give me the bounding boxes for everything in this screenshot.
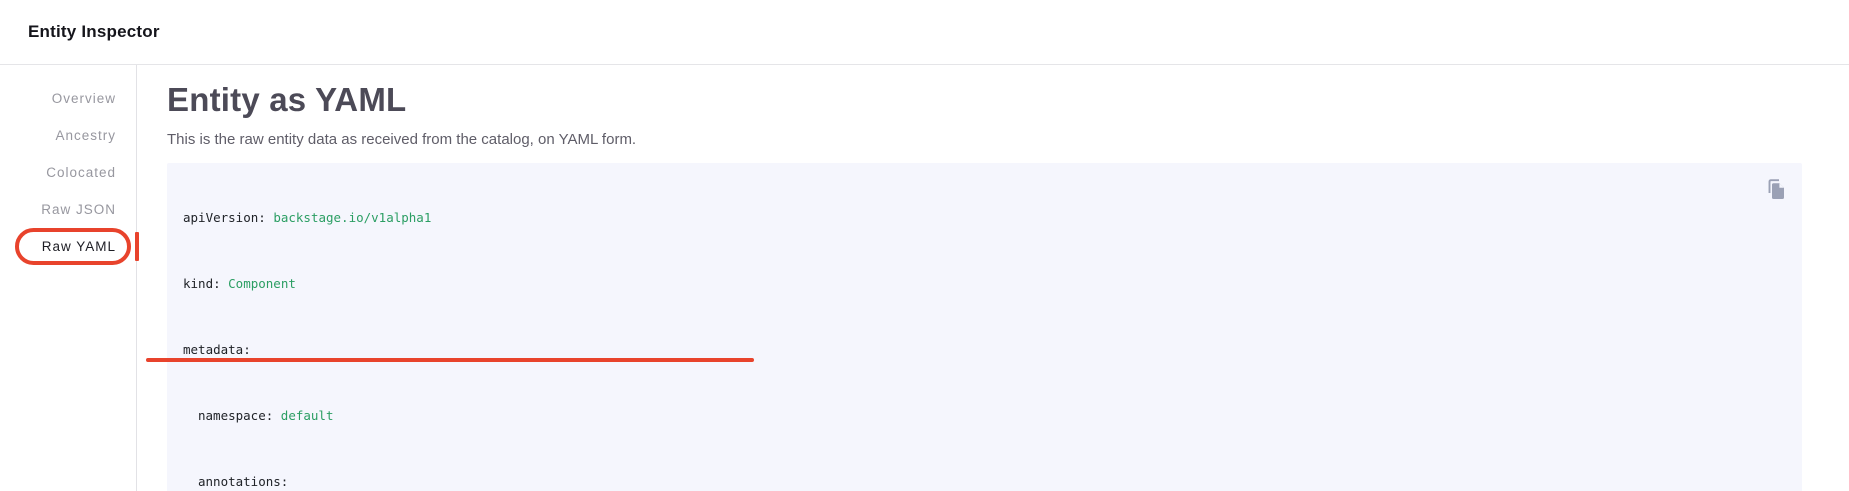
copy-button[interactable] bbox=[1764, 176, 1790, 202]
sidebar-item-colocated[interactable]: Colocated bbox=[0, 154, 136, 191]
yaml-code-block: apiVersion: backstage.io/v1alpha1 kind: … bbox=[167, 163, 1802, 491]
body: Overview Ancestry Colocated Raw JSON Raw… bbox=[0, 65, 1849, 491]
header: Entity Inspector bbox=[0, 0, 1849, 65]
sidebar-tab-label: Raw YAML bbox=[42, 239, 116, 254]
yaml-line: apiVersion: backstage.io/v1alpha1 bbox=[183, 210, 1762, 227]
yaml-key: annotations: bbox=[198, 474, 288, 489]
sidebar-tab-label: Overview bbox=[52, 91, 116, 106]
yaml-key: kind: bbox=[183, 276, 228, 291]
sidebar-item-raw-json[interactable]: Raw JSON bbox=[0, 191, 136, 228]
sidebar-item-raw-yaml[interactable]: Raw YAML bbox=[0, 228, 136, 265]
sidebar-tab-label: Ancestry bbox=[55, 128, 116, 143]
yaml-line: annotations: bbox=[183, 474, 1762, 491]
yaml-key: namespace: bbox=[198, 408, 281, 423]
sidebar-item-ancestry[interactable]: Ancestry bbox=[0, 117, 136, 154]
copy-icon bbox=[1764, 177, 1788, 201]
yaml-line: kind: Component bbox=[183, 276, 1762, 293]
sidebar-item-overview[interactable]: Overview bbox=[0, 80, 136, 117]
yaml-value: Component bbox=[228, 276, 296, 291]
yaml-key: metadata: bbox=[183, 342, 251, 357]
yaml-code: apiVersion: backstage.io/v1alpha1 kind: … bbox=[167, 163, 1802, 491]
yaml-line: namespace: default bbox=[183, 408, 1762, 425]
yaml-line: metadata: bbox=[183, 342, 1762, 359]
section-subtitle: This is the raw entity data as received … bbox=[167, 131, 1802, 148]
page-title: Entity Inspector bbox=[28, 22, 160, 42]
sidebar: Overview Ancestry Colocated Raw JSON Raw… bbox=[0, 65, 137, 491]
section-title: Entity as YAML bbox=[167, 81, 1802, 119]
sidebar-tab-label: Raw JSON bbox=[41, 202, 116, 217]
yaml-value: backstage.io/v1alpha1 bbox=[273, 210, 431, 225]
yaml-value: default bbox=[281, 408, 334, 423]
sidebar-tab-label: Colocated bbox=[46, 165, 116, 180]
main-content: Entity as YAML This is the raw entity da… bbox=[137, 65, 1849, 491]
yaml-key: apiVersion: bbox=[183, 210, 273, 225]
entity-inspector-page: Entity Inspector Overview Ancestry Coloc… bbox=[0, 0, 1849, 491]
active-tab-indicator bbox=[135, 232, 139, 261]
